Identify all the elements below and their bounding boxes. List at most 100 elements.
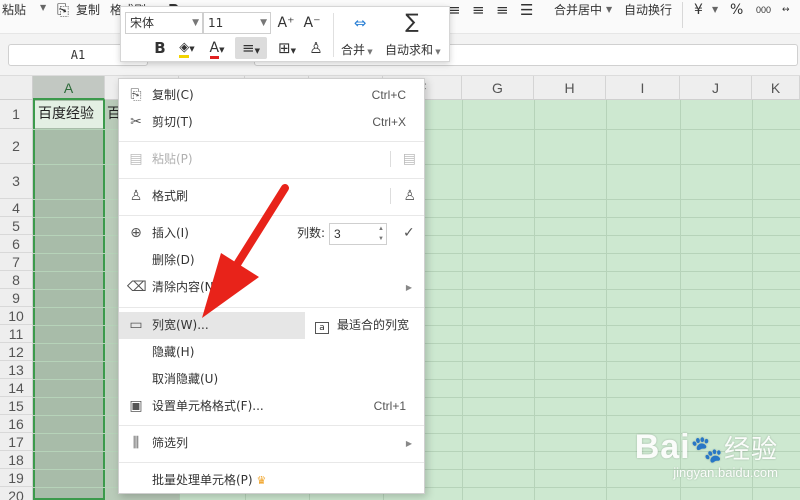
row-header[interactable]: 5 — [0, 217, 33, 235]
grid-line — [534, 100, 535, 500]
menu-separator — [119, 425, 424, 426]
row-header[interactable]: 1 — [0, 100, 33, 129]
merge-center-button[interactable]: 合并居中 — [554, 0, 602, 20]
menu-item-copy[interactable]: ⎘ 复制(C) Ctrl+C — [119, 82, 424, 109]
menu-item-clear[interactable]: ⌫ 清除内容(N) ▶ — [119, 274, 424, 301]
column-header-g[interactable]: G — [462, 76, 534, 100]
align-icon[interactable]: ≡▼ — [235, 37, 267, 59]
menu-separator — [119, 178, 424, 179]
menu-item-format-painter[interactable]: ♙ 格式刷 ♙ — [119, 183, 424, 210]
thousands-button[interactable]: 000 — [756, 0, 771, 20]
fill-color-icon[interactable]: ◈▼ — [175, 37, 199, 59]
percent-button[interactable]: % — [730, 0, 743, 20]
row-header[interactable]: 15 — [0, 397, 33, 415]
column-header-a[interactable]: A — [33, 76, 105, 100]
increase-font-icon[interactable]: A⁺ — [275, 12, 297, 34]
currency-dropdown-icon[interactable]: ▼ — [712, 0, 718, 20]
justify-icon[interactable]: ☰ — [520, 1, 533, 19]
row-header[interactable]: 18 — [0, 451, 33, 469]
menu-item-cut[interactable]: ✂ 剪切(T) Ctrl+X — [119, 109, 424, 136]
grid-line — [606, 100, 607, 500]
currency-button[interactable]: ¥ — [694, 0, 703, 20]
grid-line — [105, 100, 106, 500]
row-header[interactable]: 7 — [0, 253, 33, 271]
menu-item-paste[interactable]: ▤ 粘贴(P) ▤ — [119, 146, 424, 173]
menu-divider — [390, 188, 391, 204]
format-painter-icon: ♙ — [129, 188, 143, 204]
insert-column-icon: ⊕ — [130, 225, 142, 241]
row-header[interactable]: 10 — [0, 307, 33, 325]
menu-separator — [119, 307, 424, 308]
selected-column-a[interactable] — [33, 100, 105, 500]
ribbon-copy-button[interactable]: 复制 — [76, 0, 100, 20]
select-all-corner[interactable] — [0, 76, 33, 100]
toolbar-separator — [333, 13, 334, 57]
cell-a1[interactable]: 百度经验 — [35, 101, 103, 128]
column-header-k[interactable]: K — [752, 76, 800, 100]
eraser-icon: ⌫ — [127, 279, 147, 295]
mini-toolbar: 宋体 ▼ 11 ▼ A⁺ A⁻ B ◈▼ A▼ ≡▼ ⊞▼ ♙ ⇔ 合并 ▼ ∑… — [120, 6, 450, 62]
copy-icon: ⎘ — [130, 87, 142, 103]
menu-item-batch-process[interactable]: 批量处理单元格(P) ♛ — [119, 467, 424, 494]
menu-item-insert[interactable]: ⊕ 插入(I) 列数: 3 ▲ ▼ ✓ — [119, 220, 424, 247]
menu-item-filter[interactable]: ⫼ 筛选列 ▶ — [119, 430, 424, 457]
menu-item-column-width[interactable]: ▭ 列宽(W)... — [119, 312, 305, 339]
font-color-icon[interactable]: A▼ — [205, 37, 229, 59]
border-icon[interactable]: ⊞▼ — [273, 37, 301, 59]
column-header-i[interactable]: I — [606, 76, 680, 100]
row-header[interactable]: 12 — [0, 343, 33, 361]
column-count-label: 列数: — [297, 226, 326, 240]
spin-arrows-icon[interactable]: ▲ ▼ — [378, 224, 384, 244]
row-header[interactable]: 2 — [0, 129, 33, 164]
menu-separator — [119, 462, 424, 463]
row-header[interactable]: 4 — [0, 199, 33, 217]
font-size-select[interactable]: 11 ▼ — [203, 12, 271, 34]
menu-item-unhide[interactable]: 取消隐藏(U) — [119, 366, 424, 393]
wrap-text-button[interactable]: 自动换行 — [624, 0, 672, 20]
merge-button[interactable]: 合并 ▼ — [341, 41, 373, 58]
menu-item-delete[interactable]: 删除(D) — [119, 247, 424, 274]
row-header[interactable]: 17 — [0, 433, 33, 451]
row-header[interactable]: 9 — [0, 289, 33, 307]
grid-line — [462, 100, 463, 500]
submenu-arrow-icon: ▶ — [405, 439, 412, 448]
font-name-select[interactable]: 宋体 ▼ — [125, 12, 203, 34]
menu-separator — [119, 141, 424, 142]
column-header-j[interactable]: J — [680, 76, 752, 100]
decimal-button[interactable]: ↔ — [782, 0, 790, 20]
row-headers: 1 2 3 4 5 6 7 8 9 10 11 12 13 14 15 16 1… — [0, 100, 33, 500]
format-painter-lock-icon: ♙ — [403, 188, 416, 204]
autosum-button[interactable]: 自动求和 ▼ — [385, 41, 441, 58]
row-header[interactable]: 13 — [0, 361, 33, 379]
column-count-input[interactable]: 3 ▲ ▼ — [329, 223, 387, 245]
ribbon-paste-button[interactable]: 粘贴 — [2, 0, 26, 20]
row-header[interactable]: 20 — [0, 487, 33, 500]
row-header[interactable]: 11 — [0, 325, 33, 343]
menu-item-hide[interactable]: 隐藏(H) — [119, 339, 424, 366]
menu-item-format-cells[interactable]: ▣ 设置单元格格式(F)... Ctrl+1 — [119, 393, 424, 420]
sum-icon[interactable]: ∑ — [399, 10, 425, 32]
menu-item-best-fit-width[interactable]: a 最适合的列宽 — [315, 312, 425, 339]
row-header[interactable]: 6 — [0, 235, 33, 253]
row-header[interactable]: 16 — [0, 415, 33, 433]
row-header[interactable]: 19 — [0, 469, 33, 487]
crown-icon: ♛ — [256, 474, 267, 487]
row-header[interactable]: 8 — [0, 271, 33, 289]
row-header[interactable]: 14 — [0, 379, 33, 397]
paste-dropdown-icon[interactable]: ▼ — [40, 0, 46, 18]
best-fit-icon: a — [315, 322, 329, 334]
copy-icon[interactable]: ⎘ — [57, 1, 69, 19]
align-right-icon[interactable]: ≡ — [496, 1, 509, 19]
bold-icon[interactable]: B — [151, 37, 169, 59]
format-painter-icon[interactable]: ♙ — [305, 37, 327, 59]
column-header-h[interactable]: H — [534, 76, 606, 100]
decrease-font-icon[interactable]: A⁻ — [301, 12, 323, 34]
merge-cells-icon[interactable]: ⇔ — [347, 12, 373, 34]
align-center-icon[interactable]: ≡ — [472, 1, 485, 19]
ribbon-separator — [682, 2, 683, 28]
confirm-check-icon[interactable]: ✓ — [403, 220, 415, 247]
font-size-value: 11 — [208, 16, 224, 30]
column-width-icon: ▭ — [129, 317, 143, 333]
row-header[interactable]: 3 — [0, 164, 33, 199]
merge-dropdown-icon[interactable]: ▼ — [606, 0, 612, 20]
